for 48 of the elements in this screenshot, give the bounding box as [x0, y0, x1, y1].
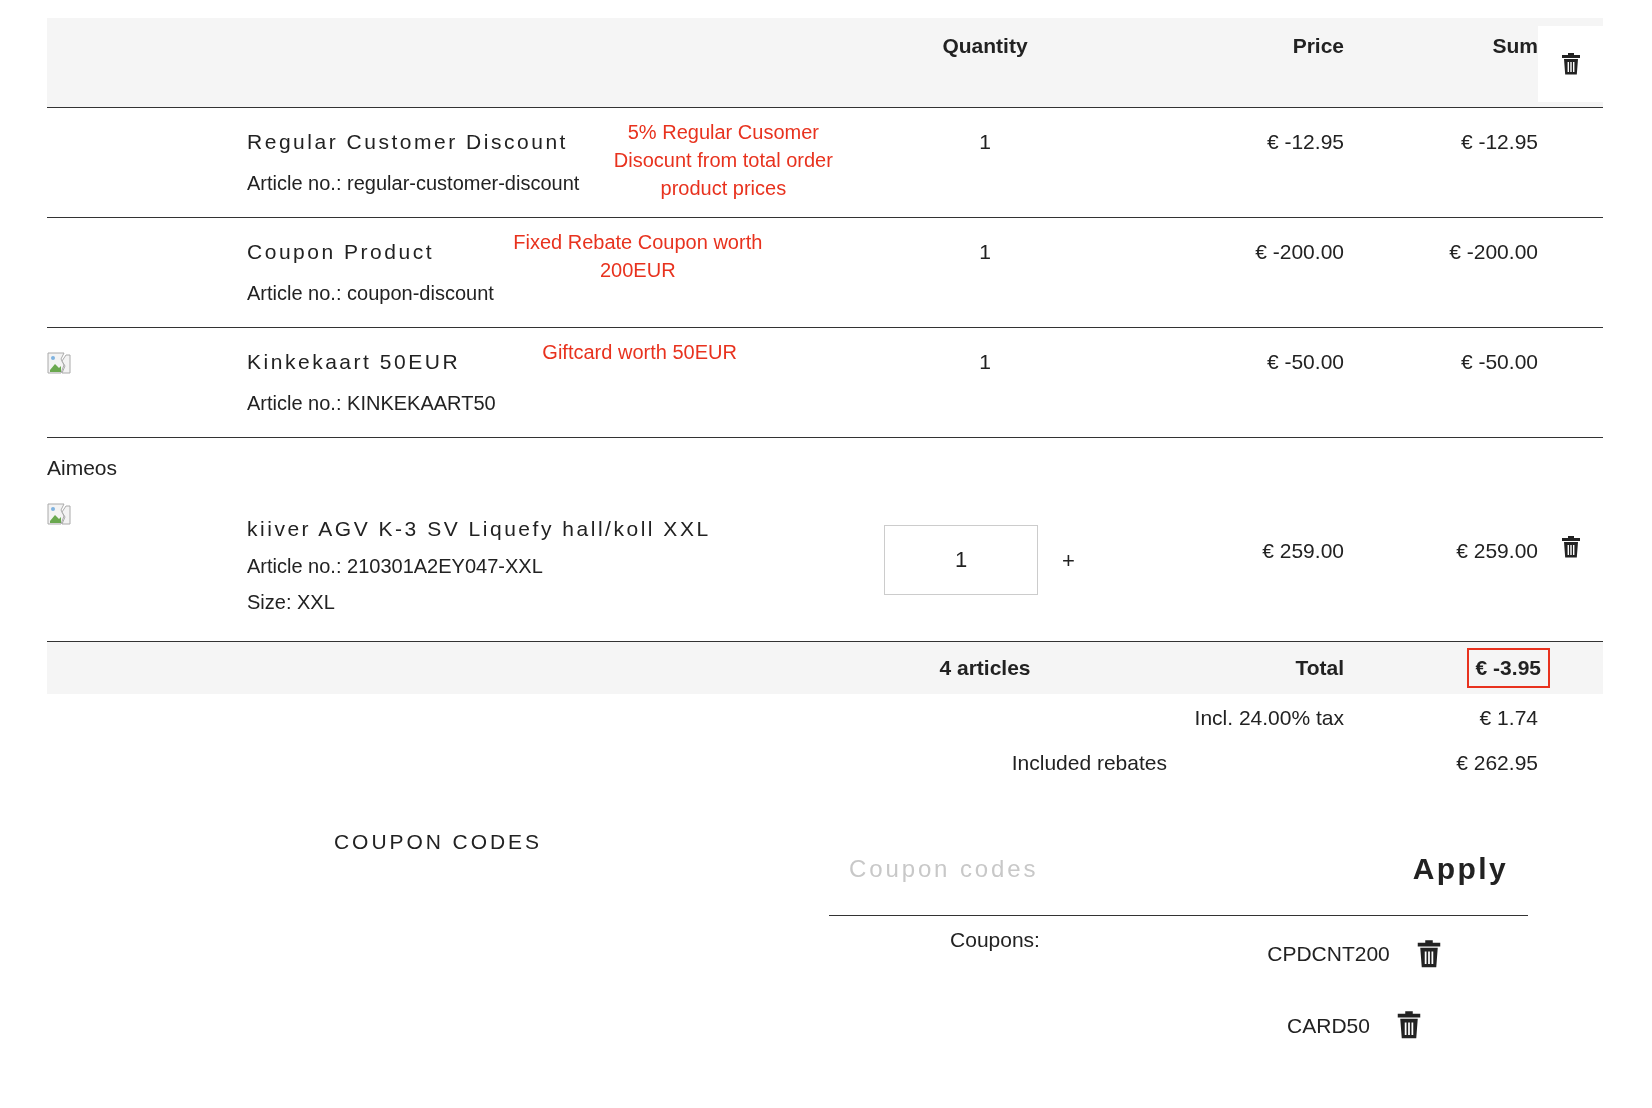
tax-value: € 1.74: [1479, 706, 1538, 730]
unit-price: € -200.00: [1255, 240, 1344, 263]
article-number: Article no.: 210301A2EY047-XXL: [247, 553, 544, 579]
line-sum: € -50.00: [1460, 350, 1538, 373]
product-name: Coupon Product: [247, 239, 436, 265]
coupons-label: Coupons:: [950, 928, 1040, 951]
increment-button[interactable]: +: [1062, 543, 1075, 577]
trash-icon[interactable]: [1415, 938, 1442, 969]
article-number: Article no.: coupon-discount: [247, 280, 494, 306]
quantity-value: 1: [979, 130, 991, 153]
line-sum: € 259.00: [1456, 539, 1538, 562]
annotation-note: Fixed Rebate Coupon worth 200EUR: [512, 230, 764, 283]
coupon-heading: COUPON CODES: [334, 830, 542, 853]
line-sum: € -200.00: [1449, 240, 1538, 263]
total-label: Total: [1295, 656, 1344, 680]
broken-image-icon: [47, 503, 71, 525]
apply-button[interactable]: Apply: [1412, 846, 1508, 891]
column-header: Quantity: [942, 34, 1028, 57]
trash-icon[interactable]: [1560, 535, 1581, 559]
column-header: Sum: [1492, 34, 1538, 57]
rebates-label: Included rebates: [1011, 751, 1167, 775]
line-sum: € -12.95: [1460, 130, 1538, 153]
tax-label: Incl. 24.00% tax: [1194, 706, 1344, 730]
unit-price: € -12.95: [1266, 130, 1344, 153]
quantity-value: 1: [979, 240, 991, 263]
rebates-value: € 262.95: [1456, 751, 1538, 775]
product-name: Kinkekaart 50EUR: [247, 349, 462, 375]
coupon-code: CPDCNT200: [1267, 941, 1390, 967]
total-value: € -3.95: [1466, 648, 1550, 688]
trash-icon[interactable]: [1560, 52, 1581, 76]
delete-all-button[interactable]: [1538, 26, 1603, 102]
unit-price: € -50.00: [1266, 350, 1344, 373]
unit-price: € 259.00: [1262, 539, 1344, 562]
coupon-code: CARD50: [1287, 1012, 1370, 1039]
annotation-note: 5% Regular Cusomer Disocunt from total order product prices: [612, 120, 834, 201]
supplier-name: Aimeos: [47, 456, 118, 479]
trash-icon[interactable]: [1395, 1010, 1422, 1041]
product-name: Regular Customer Discount: [247, 129, 569, 155]
article-count: 4 articles: [939, 656, 1031, 680]
product-name: kiiver AGV K-3 SV Liquefy hall/koll XXL: [247, 516, 712, 542]
column-header: Price: [1292, 34, 1344, 57]
product-size: Size: XXL: [247, 589, 336, 615]
broken-image-icon: [47, 352, 71, 374]
article-number: Article no.: regular-customer-discount: [247, 170, 580, 196]
quantity-value: 1: [979, 350, 991, 373]
annotation-note: Giftcard worth 50EUR: [541, 340, 738, 365]
article-number: Article no.: KINKEKAART50: [247, 390, 496, 416]
quantity-field[interactable]: 1: [884, 525, 1038, 595]
